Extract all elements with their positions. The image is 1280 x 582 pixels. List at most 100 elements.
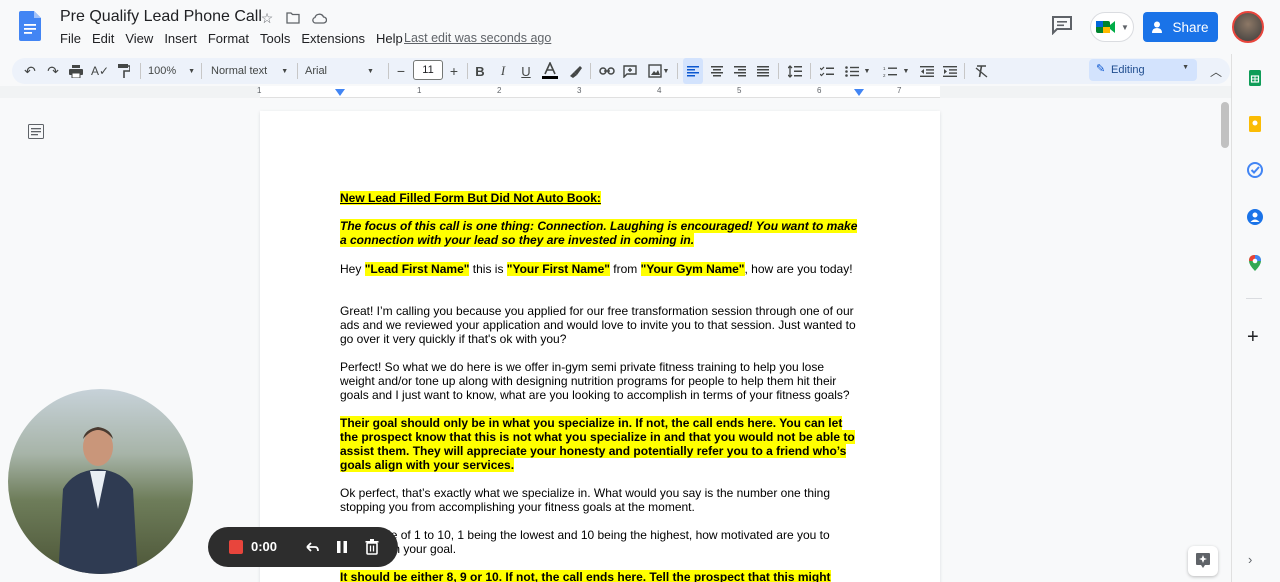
zoom-select[interactable]: 100% ▼ bbox=[148, 58, 195, 84]
align-left-icon[interactable] bbox=[683, 58, 703, 84]
doc-heading: New Lead Filled Form But Did Not Auto Bo… bbox=[340, 191, 860, 205]
print-icon[interactable] bbox=[66, 58, 86, 84]
scale-paragraph: On a scale of 1 to 10, 1 being the lowes… bbox=[340, 528, 830, 556]
checklist-icon[interactable] bbox=[817, 58, 837, 84]
greeting-text: from bbox=[609, 262, 641, 276]
menu-help[interactable]: Help bbox=[376, 31, 403, 46]
chevron-down-icon: ▼ bbox=[281, 67, 289, 75]
ok-paragraph: Ok perfect, that’s exactly what we speci… bbox=[340, 486, 831, 514]
move-folder-icon[interactable] bbox=[284, 9, 302, 27]
presenter-video bbox=[58, 427, 138, 574]
chevron-down-icon: ▼ bbox=[367, 67, 374, 75]
add-comment-icon[interactable] bbox=[620, 58, 640, 84]
menu-file[interactable]: File bbox=[60, 31, 81, 46]
text-color-icon[interactable] bbox=[540, 58, 560, 84]
greeting-paragraph: Hey "Lead First Name" this is "Your Firs… bbox=[340, 262, 860, 276]
document-outline-icon[interactable] bbox=[28, 124, 44, 139]
menu-tools[interactable]: Tools bbox=[260, 31, 290, 46]
great-paragraph: Great! I’m calling you because you appli… bbox=[340, 304, 856, 346]
editing-mode-select[interactable]: ✎ Editing ▼ bbox=[1089, 59, 1197, 81]
chevron-right-icon[interactable]: › bbox=[1248, 552, 1252, 567]
chevron-down-icon[interactable]: ▼ bbox=[901, 58, 911, 84]
last-edit-link[interactable]: Last edit was seconds ago bbox=[404, 31, 551, 45]
get-addons-icon[interactable]: + bbox=[1247, 326, 1259, 349]
paint-format-icon[interactable] bbox=[114, 58, 134, 84]
redo-icon[interactable]: ↷ bbox=[43, 58, 63, 84]
ruler-number: 5 bbox=[737, 86, 742, 95]
numbered-list-icon[interactable]: 12 bbox=[880, 58, 900, 84]
right-indent-marker[interactable] bbox=[854, 89, 864, 96]
undo-icon[interactable]: ↶ bbox=[20, 58, 40, 84]
document-title[interactable]: Pre Qualify Lead Phone Call bbox=[60, 8, 262, 26]
cloud-saved-icon[interactable] bbox=[310, 9, 328, 27]
editing-mode-label: Editing bbox=[1111, 64, 1145, 76]
font-size-input[interactable]: 11 bbox=[413, 60, 443, 80]
maps-icon[interactable] bbox=[1247, 255, 1263, 271]
star-icon[interactable]: ☆ bbox=[258, 9, 276, 27]
delete-icon[interactable] bbox=[362, 537, 382, 557]
keep-icon[interactable] bbox=[1247, 116, 1263, 132]
goal-paragraph: Their goal should only be in what you sp… bbox=[340, 416, 860, 472]
tasks-icon[interactable] bbox=[1247, 162, 1263, 178]
focus-text: The focus of this call is one thing: Con… bbox=[340, 219, 858, 247]
menu-format[interactable]: Format bbox=[208, 31, 249, 46]
webcam-bubble[interactable] bbox=[8, 389, 193, 574]
hide-menus-icon[interactable]: ︿ bbox=[1206, 58, 1226, 84]
menu-insert[interactable]: Insert bbox=[164, 31, 197, 46]
pause-icon[interactable] bbox=[332, 537, 352, 557]
focus-paragraph: The focus of this call is one thing: Con… bbox=[340, 219, 860, 247]
insert-link-icon[interactable] bbox=[597, 58, 617, 84]
meet-button[interactable]: ▼ bbox=[1090, 12, 1134, 42]
comments-icon[interactable] bbox=[1051, 15, 1073, 35]
clear-formatting-icon[interactable] bbox=[971, 58, 991, 84]
share-button[interactable]: Share bbox=[1143, 12, 1218, 42]
line-spacing-icon[interactable] bbox=[785, 58, 805, 84]
decrease-font-size-button[interactable]: − bbox=[391, 58, 411, 84]
chevron-down-icon: ▼ bbox=[1182, 64, 1189, 71]
chevron-down-icon[interactable]: ▼ bbox=[862, 58, 872, 84]
sheets-icon[interactable] bbox=[1247, 70, 1263, 86]
heading-text: New Lead Filled Form But Did Not Auto Bo… bbox=[340, 191, 601, 205]
last-text: It should be either 8, 9 or 10. If not, … bbox=[340, 570, 831, 582]
style-value: Normal text bbox=[211, 65, 268, 77]
stop-recording-button[interactable] bbox=[229, 540, 243, 554]
restart-icon[interactable] bbox=[302, 537, 322, 557]
goal-text: Their goal should only be in what you sp… bbox=[340, 416, 855, 472]
explore-icon bbox=[1196, 553, 1210, 568]
increase-font-size-button[interactable]: + bbox=[444, 58, 464, 84]
your-name-placeholder: "Your First Name" bbox=[506, 262, 610, 276]
ruler-number: 3 bbox=[577, 86, 582, 95]
style-select[interactable]: Normal text ▼ bbox=[211, 58, 291, 84]
menu-edit[interactable]: Edit bbox=[92, 31, 114, 46]
docs-logo-icon[interactable] bbox=[19, 11, 41, 41]
side-panel bbox=[1231, 54, 1280, 582]
greeting-text: this is bbox=[469, 262, 507, 276]
align-center-icon[interactable] bbox=[707, 58, 727, 84]
contacts-icon[interactable] bbox=[1247, 209, 1263, 225]
justify-icon[interactable] bbox=[753, 58, 773, 84]
decrease-indent-icon[interactable] bbox=[917, 58, 937, 84]
font-select[interactable]: Arial ▼ bbox=[305, 58, 385, 84]
chevron-down-icon[interactable]: ▼ bbox=[661, 58, 671, 84]
ruler-number: 1 bbox=[417, 86, 422, 95]
menu-extensions[interactable]: Extensions bbox=[301, 31, 365, 46]
highlight-color-icon[interactable] bbox=[565, 58, 585, 84]
perfect-paragraph: Perfect! So what we do here is we offer … bbox=[340, 360, 850, 402]
bulleted-list-icon[interactable] bbox=[842, 58, 862, 84]
left-indent-marker[interactable] bbox=[335, 89, 345, 96]
person-add-icon bbox=[1152, 21, 1163, 33]
account-avatar[interactable] bbox=[1232, 11, 1264, 43]
align-right-icon[interactable] bbox=[730, 58, 750, 84]
underline-icon[interactable]: U bbox=[516, 58, 536, 84]
scrollbar[interactable] bbox=[1221, 102, 1229, 148]
bold-icon[interactable]: B bbox=[470, 58, 490, 84]
increase-indent-icon[interactable] bbox=[940, 58, 960, 84]
spellcheck-icon[interactable]: A✓ bbox=[90, 58, 110, 84]
svg-text:2: 2 bbox=[883, 73, 886, 77]
ruler-number: 1 bbox=[257, 86, 262, 95]
explore-button[interactable] bbox=[1188, 546, 1218, 576]
italic-icon[interactable]: I bbox=[493, 58, 513, 84]
menu-view[interactable]: View bbox=[125, 31, 153, 46]
menu-bar: File Edit View Insert Format Tools Exten… bbox=[60, 31, 414, 46]
ruler-number: 4 bbox=[657, 86, 662, 95]
